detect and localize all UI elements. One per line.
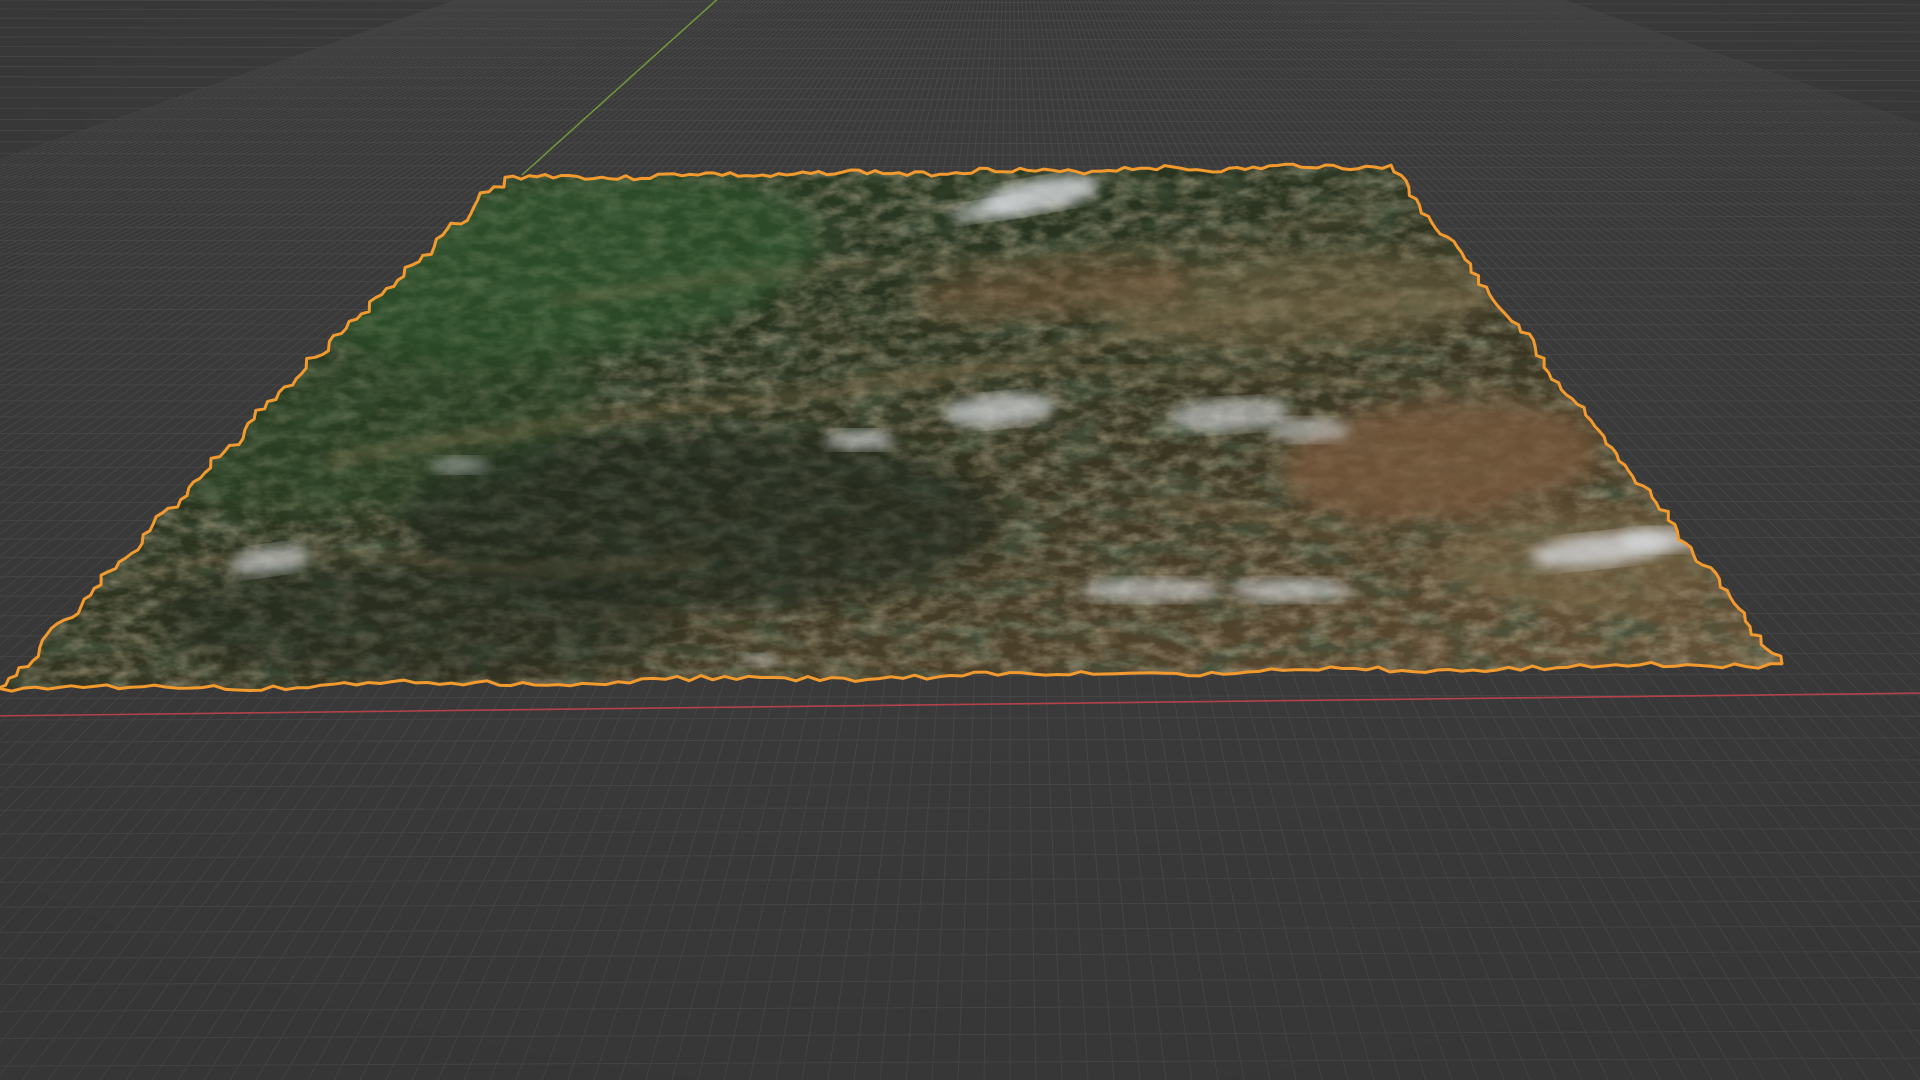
- 3d-viewport[interactable]: [0, 0, 1920, 1080]
- viewport-scene[interactable]: [0, 0, 1920, 1080]
